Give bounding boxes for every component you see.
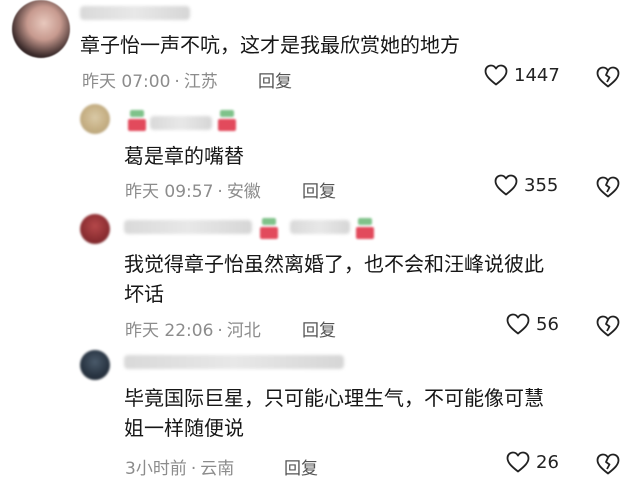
like-count: 1447: [514, 64, 560, 86]
comment-location: 云南: [200, 459, 235, 479]
comment-time: 昨天 07:00: [82, 72, 171, 92]
username[interactable]: [150, 116, 212, 130]
comment-text: 葛是章的嘴替: [124, 141, 244, 171]
comment-item: 我觉得章子怡虽然离婚了，也不会和汪峰说彼此 坏话 昨天 22:06 · 河北 回复 …: [0, 210, 640, 345]
reply-button[interactable]: 回复: [284, 454, 318, 479]
heart-outline-icon: [494, 174, 518, 196]
user-badge: [218, 110, 236, 132]
comment-item: 葛是章的嘴替 昨天 09:57 · 安徽 回复 355: [0, 100, 640, 210]
user-badge: [356, 218, 374, 240]
like-count: 26: [536, 451, 559, 473]
heart-outline-icon: [506, 313, 530, 335]
like-count: 355: [524, 174, 559, 196]
dislike-button[interactable]: [596, 66, 620, 88]
like-count: 56: [536, 313, 559, 335]
comment-meta: 昨天 07:00 · 江苏: [82, 72, 218, 92]
comment-location: 安徽: [226, 182, 261, 202]
username[interactable]: [124, 355, 344, 369]
comment-meta: 昨天 22:06 · 河北: [125, 321, 261, 341]
comment-text: 毕竟国际巨星，只可能心理生气，不可能像可慧 姐一样随便说: [124, 383, 544, 443]
like-button[interactable]: 1447: [484, 64, 560, 86]
comment-location: 河北: [226, 321, 261, 341]
comment-meta: 昨天 09:57 · 安徽: [125, 182, 261, 202]
comment-text-line: 章子怡一声不吭，这才是我最欣赏她的地方: [80, 33, 460, 57]
comment-text-line: 坏话: [124, 282, 164, 306]
heart-outline-icon: [506, 451, 530, 473]
broken-heart-icon: [596, 66, 620, 88]
comment-location: 江苏: [183, 72, 218, 92]
comment-text: 章子怡一声不吭，这才是我最欣赏她的地方: [80, 30, 460, 60]
reply-button[interactable]: 回复: [302, 316, 336, 341]
comment-time: 3小时前: [125, 459, 187, 479]
reply-button[interactable]: 回复: [258, 67, 292, 92]
comment-time: 昨天 09:57: [125, 182, 214, 202]
broken-heart-icon: [596, 176, 620, 198]
dislike-button[interactable]: [596, 315, 620, 337]
username-suffix: [290, 220, 350, 234]
like-button[interactable]: 26: [506, 451, 559, 473]
comment-text-line: 姐一样随便说: [124, 416, 244, 440]
comment-text-line: 我觉得章子怡虽然离婚了，也不会和汪峰说彼此: [124, 252, 544, 276]
dislike-button[interactable]: [596, 176, 620, 198]
comment-item: 章子怡一声不吭，这才是我最欣赏她的地方 昨天 07:00 · 江苏 回复 1447: [0, 0, 640, 100]
like-button[interactable]: 355: [494, 174, 558, 196]
avatar[interactable]: [80, 350, 110, 380]
comment-text: 我觉得章子怡虽然离婚了，也不会和汪峰说彼此 坏话: [124, 249, 544, 309]
user-badge: [128, 110, 146, 132]
broken-heart-icon: [596, 453, 620, 475]
comment-text-line: 葛是章的嘴替: [124, 144, 244, 168]
avatar[interactable]: [80, 214, 110, 244]
comment-item: 毕竟国际巨星，只可能心理生气，不可能像可慧 姐一样随便说 3小时前 · 云南 回复 …: [0, 345, 640, 479]
reply-button[interactable]: 回复: [302, 177, 336, 202]
username[interactable]: [124, 220, 252, 234]
user-badge: [260, 218, 278, 240]
avatar[interactable]: [80, 104, 110, 134]
like-button[interactable]: 56: [506, 313, 559, 335]
comment-meta: 3小时前 · 云南: [125, 459, 235, 479]
broken-heart-icon: [596, 315, 620, 337]
comment-text-line: 毕竟国际巨星，只可能心理生气，不可能像可慧: [124, 386, 544, 410]
avatar[interactable]: [12, 0, 70, 58]
dislike-button[interactable]: [596, 453, 620, 475]
heart-outline-icon: [484, 64, 508, 86]
username[interactable]: [80, 6, 190, 20]
comment-time: 昨天 22:06: [125, 321, 214, 341]
